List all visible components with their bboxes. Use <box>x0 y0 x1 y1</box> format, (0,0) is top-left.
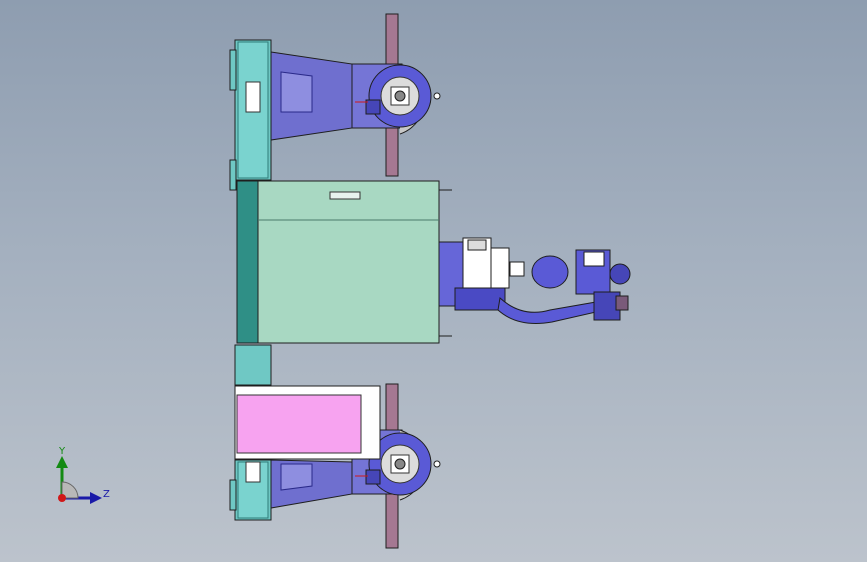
origin-icon <box>58 494 66 502</box>
z-arrow-head-icon <box>90 492 102 504</box>
cad-viewport[interactable]: Y Z <box>0 0 867 562</box>
assembly-model[interactable]: Y Z <box>0 0 867 562</box>
coordinate-triad: Y Z <box>56 446 110 504</box>
y-arrow-head-icon <box>56 456 68 468</box>
control-cabinet[interactable] <box>236 180 452 344</box>
z-axis-label: Z <box>103 489 110 500</box>
fixture-panel[interactable] <box>234 385 381 460</box>
upper-positioner[interactable] <box>270 13 441 177</box>
robot-arm[interactable] <box>438 237 631 324</box>
y-axis-label: Y <box>58 446 66 457</box>
